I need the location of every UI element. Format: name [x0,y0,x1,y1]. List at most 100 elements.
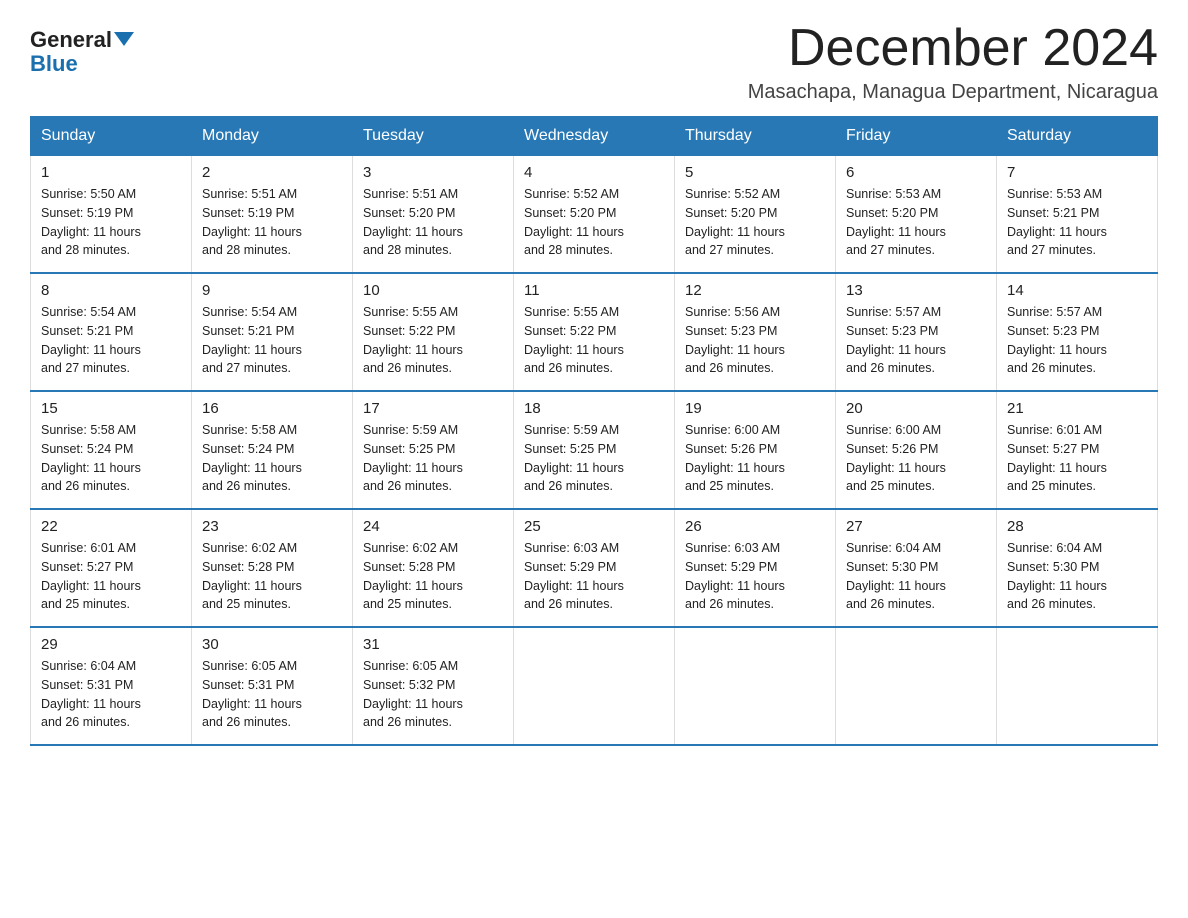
column-header-thursday: Thursday [675,117,836,156]
calendar-cell: 8 Sunrise: 5:54 AM Sunset: 5:21 PM Dayli… [31,273,192,391]
day-number: 10 [363,282,503,299]
day-number: 25 [524,518,664,535]
day-number: 11 [524,282,664,299]
day-info: Sunrise: 5:59 AM Sunset: 5:25 PM Dayligh… [524,421,664,496]
calendar-cell: 27 Sunrise: 6:04 AM Sunset: 5:30 PM Dayl… [836,509,997,627]
calendar-cell [514,627,675,745]
day-info: Sunrise: 6:03 AM Sunset: 5:29 PM Dayligh… [685,539,825,614]
day-number: 8 [41,282,181,299]
column-header-saturday: Saturday [997,117,1158,156]
day-number: 29 [41,636,181,653]
day-number: 12 [685,282,825,299]
calendar-cell: 3 Sunrise: 5:51 AM Sunset: 5:20 PM Dayli… [353,156,514,274]
day-info: Sunrise: 6:00 AM Sunset: 5:26 PM Dayligh… [685,421,825,496]
calendar-cell: 1 Sunrise: 5:50 AM Sunset: 5:19 PM Dayli… [31,156,192,274]
calendar-cell: 26 Sunrise: 6:03 AM Sunset: 5:29 PM Dayl… [675,509,836,627]
day-number: 23 [202,518,342,535]
calendar-cell: 17 Sunrise: 5:59 AM Sunset: 5:25 PM Dayl… [353,391,514,509]
day-info: Sunrise: 5:58 AM Sunset: 5:24 PM Dayligh… [41,421,181,496]
day-info: Sunrise: 6:00 AM Sunset: 5:26 PM Dayligh… [846,421,986,496]
day-number: 27 [846,518,986,535]
day-info: Sunrise: 5:55 AM Sunset: 5:22 PM Dayligh… [524,303,664,378]
day-number: 18 [524,400,664,417]
day-number: 17 [363,400,503,417]
calendar-week-row: 15 Sunrise: 5:58 AM Sunset: 5:24 PM Dayl… [31,391,1158,509]
day-number: 7 [1007,164,1147,181]
calendar-header-row: SundayMondayTuesdayWednesdayThursdayFrid… [31,117,1158,156]
day-number: 16 [202,400,342,417]
day-number: 20 [846,400,986,417]
calendar-cell: 7 Sunrise: 5:53 AM Sunset: 5:21 PM Dayli… [997,156,1158,274]
day-info: Sunrise: 6:05 AM Sunset: 5:32 PM Dayligh… [363,657,503,732]
logo-text: General [30,28,134,52]
day-number: 28 [1007,518,1147,535]
day-info: Sunrise: 6:03 AM Sunset: 5:29 PM Dayligh… [524,539,664,614]
calendar-week-row: 8 Sunrise: 5:54 AM Sunset: 5:21 PM Dayli… [31,273,1158,391]
calendar-cell: 28 Sunrise: 6:04 AM Sunset: 5:30 PM Dayl… [997,509,1158,627]
day-number: 30 [202,636,342,653]
day-number: 21 [1007,400,1147,417]
calendar-cell: 29 Sunrise: 6:04 AM Sunset: 5:31 PM Dayl… [31,627,192,745]
column-header-sunday: Sunday [31,117,192,156]
calendar-cell: 31 Sunrise: 6:05 AM Sunset: 5:32 PM Dayl… [353,627,514,745]
day-info: Sunrise: 6:04 AM Sunset: 5:31 PM Dayligh… [41,657,181,732]
calendar-cell [836,627,997,745]
calendar-cell: 19 Sunrise: 6:00 AM Sunset: 5:26 PM Dayl… [675,391,836,509]
calendar-cell: 25 Sunrise: 6:03 AM Sunset: 5:29 PM Dayl… [514,509,675,627]
day-info: Sunrise: 6:04 AM Sunset: 5:30 PM Dayligh… [846,539,986,614]
column-header-friday: Friday [836,117,997,156]
calendar-cell: 2 Sunrise: 5:51 AM Sunset: 5:19 PM Dayli… [192,156,353,274]
day-number: 5 [685,164,825,181]
calendar-cell: 16 Sunrise: 5:58 AM Sunset: 5:24 PM Dayl… [192,391,353,509]
day-info: Sunrise: 5:55 AM Sunset: 5:22 PM Dayligh… [363,303,503,378]
column-header-monday: Monday [192,117,353,156]
calendar-cell: 5 Sunrise: 5:52 AM Sunset: 5:20 PM Dayli… [675,156,836,274]
day-info: Sunrise: 6:02 AM Sunset: 5:28 PM Dayligh… [363,539,503,614]
logo: General Blue [30,20,134,76]
logo-triangle-icon [114,32,134,46]
day-number: 4 [524,164,664,181]
page-header: General Blue December 2024 Masachapa, Ma… [30,20,1158,104]
day-info: Sunrise: 5:57 AM Sunset: 5:23 PM Dayligh… [1007,303,1147,378]
day-info: Sunrise: 5:59 AM Sunset: 5:25 PM Dayligh… [363,421,503,496]
day-number: 1 [41,164,181,181]
day-number: 24 [363,518,503,535]
calendar-cell: 22 Sunrise: 6:01 AM Sunset: 5:27 PM Dayl… [31,509,192,627]
calendar-cell: 24 Sunrise: 6:02 AM Sunset: 5:28 PM Dayl… [353,509,514,627]
calendar-cell: 30 Sunrise: 6:05 AM Sunset: 5:31 PM Dayl… [192,627,353,745]
day-info: Sunrise: 5:56 AM Sunset: 5:23 PM Dayligh… [685,303,825,378]
day-number: 2 [202,164,342,181]
day-number: 22 [41,518,181,535]
calendar-week-row: 1 Sunrise: 5:50 AM Sunset: 5:19 PM Dayli… [31,156,1158,274]
day-info: Sunrise: 6:01 AM Sunset: 5:27 PM Dayligh… [1007,421,1147,496]
day-info: Sunrise: 5:53 AM Sunset: 5:21 PM Dayligh… [1007,185,1147,260]
column-header-tuesday: Tuesday [353,117,514,156]
calendar-cell: 14 Sunrise: 5:57 AM Sunset: 5:23 PM Dayl… [997,273,1158,391]
calendar-cell: 9 Sunrise: 5:54 AM Sunset: 5:21 PM Dayli… [192,273,353,391]
calendar-cell: 11 Sunrise: 5:55 AM Sunset: 5:22 PM Dayl… [514,273,675,391]
day-info: Sunrise: 5:58 AM Sunset: 5:24 PM Dayligh… [202,421,342,496]
day-number: 9 [202,282,342,299]
calendar-cell: 20 Sunrise: 6:00 AM Sunset: 5:26 PM Dayl… [836,391,997,509]
day-info: Sunrise: 5:52 AM Sunset: 5:20 PM Dayligh… [524,185,664,260]
calendar-cell: 15 Sunrise: 5:58 AM Sunset: 5:24 PM Dayl… [31,391,192,509]
calendar-cell: 13 Sunrise: 5:57 AM Sunset: 5:23 PM Dayl… [836,273,997,391]
calendar-cell: 6 Sunrise: 5:53 AM Sunset: 5:20 PM Dayli… [836,156,997,274]
day-info: Sunrise: 5:57 AM Sunset: 5:23 PM Dayligh… [846,303,986,378]
day-info: Sunrise: 5:51 AM Sunset: 5:19 PM Dayligh… [202,185,342,260]
calendar-cell: 10 Sunrise: 5:55 AM Sunset: 5:22 PM Dayl… [353,273,514,391]
day-number: 26 [685,518,825,535]
calendar-cell: 21 Sunrise: 6:01 AM Sunset: 5:27 PM Dayl… [997,391,1158,509]
logo-blue-text: Blue [30,52,78,76]
calendar-title: December 2024 [748,20,1158,77]
day-number: 6 [846,164,986,181]
calendar-cell: 18 Sunrise: 5:59 AM Sunset: 5:25 PM Dayl… [514,391,675,509]
calendar-week-row: 29 Sunrise: 6:04 AM Sunset: 5:31 PM Dayl… [31,627,1158,745]
day-number: 14 [1007,282,1147,299]
day-number: 3 [363,164,503,181]
title-area: December 2024 Masachapa, Managua Departm… [748,20,1158,104]
day-info: Sunrise: 6:02 AM Sunset: 5:28 PM Dayligh… [202,539,342,614]
calendar-cell: 12 Sunrise: 5:56 AM Sunset: 5:23 PM Dayl… [675,273,836,391]
day-number: 13 [846,282,986,299]
calendar-subtitle: Masachapa, Managua Department, Nicaragua [748,81,1158,104]
